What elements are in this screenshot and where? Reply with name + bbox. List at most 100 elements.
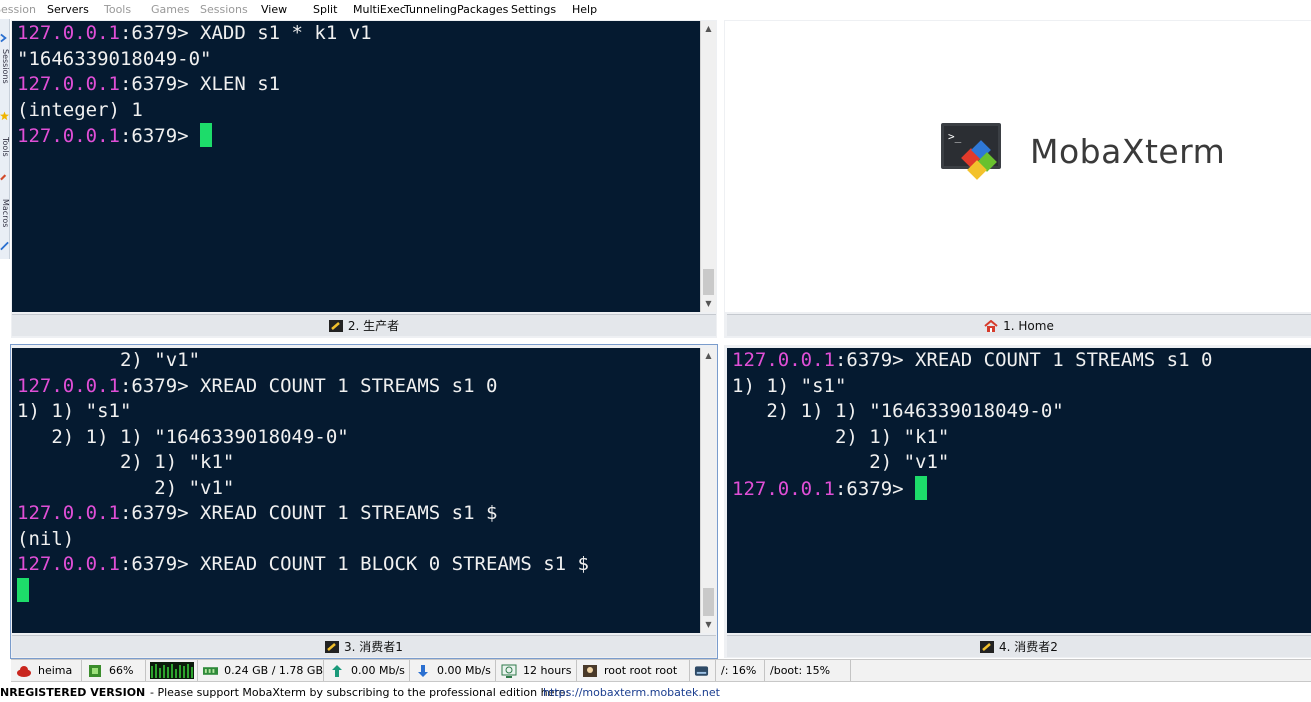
upload-arrow-icon	[332, 664, 342, 677]
menu-multiexec[interactable]: MultiExec	[353, 3, 406, 16]
sidetab-sessions[interactable]: Sessions	[0, 49, 9, 84]
status-upload-value: 0.00 Mb/s	[351, 664, 405, 677]
terminal-line: 127.0.0.1:6379> XREAD COUNT 1 STREAMS s1…	[732, 348, 1311, 374]
terminal-cursor	[17, 577, 29, 602]
terminal-line: 1) 1) "s1"	[732, 374, 1311, 400]
wrench-icon	[0, 174, 7, 181]
prompt-command: :6379> XREAD COUNT 1 BLOCK 0 STREAMS s1 …	[119, 553, 589, 575]
menu-session[interactable]: Session	[0, 3, 36, 16]
terminal-tab-icon	[325, 640, 340, 653]
output-text: 2) 1) 1) "1646339018049-0"	[732, 400, 1064, 422]
menu-packages[interactable]: Packages	[457, 3, 508, 16]
scrollbar-consumer1[interactable]: ▲ ▼	[700, 348, 716, 633]
pane-consumer1: 2) "v1" 127.0.0.1:6379> XREAD COUNT 1 STR…	[10, 344, 718, 659]
tab-home[interactable]: 1. Home	[727, 314, 1311, 336]
output-text: 2) "v1"	[17, 349, 201, 371]
prompt-host: 127.0.0.1	[732, 349, 835, 371]
menu-tunneling[interactable]: Tunneling	[404, 3, 457, 16]
status-user[interactable]: heima	[11, 660, 82, 681]
terminal-consumer1[interactable]: 2) "v1" 127.0.0.1:6379> XREAD COUNT 1 STR…	[12, 348, 700, 633]
menu-sessions[interactable]: Sessions	[200, 3, 248, 16]
terminal-line: 1) 1) "s1"	[17, 399, 700, 425]
output-text: 1) 1) "s1"	[732, 374, 847, 397]
status-users-value: root root root	[604, 664, 678, 677]
prompt-host: 127.0.0.1	[17, 553, 120, 575]
terminal-tab-icon	[980, 640, 995, 653]
status-upload[interactable]: 0.00 Mb/s	[324, 660, 410, 681]
menu-settings[interactable]: Settings	[511, 3, 556, 16]
sidetab-tools[interactable]: Tools	[0, 137, 9, 157]
scroll-down-icon[interactable]: ▼	[701, 617, 716, 633]
status-cpu[interactable]: 66%	[82, 660, 146, 681]
menu-games[interactable]: Games	[151, 3, 189, 16]
terminal-line: 127.0.0.1:6379> XREAD COUNT 1 STREAMS s1…	[17, 501, 700, 527]
tab-producer[interactable]: 2. 生产者	[12, 314, 716, 336]
prompt-command: :6379> XREAD COUNT 1 STREAMS s1 0	[834, 349, 1213, 371]
status-disk-boot[interactable]: /boot: 15%	[765, 660, 851, 681]
output-text: 2) 1) "k1"	[732, 425, 950, 448]
scrollbar-producer[interactable]: ▲ ▼	[700, 21, 716, 312]
menu-servers[interactable]: Servers	[47, 3, 89, 16]
scroll-thumb[interactable]	[703, 588, 714, 616]
terminal-line: 127.0.0.1:6379> XLEN s1	[17, 72, 700, 98]
status-disk-root[interactable]: /: 16%	[716, 660, 765, 681]
menu-view[interactable]: View	[261, 3, 287, 16]
output-text: 1) 1) "s1"	[17, 400, 132, 422]
output-text: 2) 1) "k1"	[17, 451, 235, 473]
download-arrow-icon	[418, 664, 428, 677]
terminal-cursor	[200, 123, 213, 147]
terminal-line: 2) 1) 1) "1646339018049-0"	[732, 399, 1311, 425]
redhat-icon	[17, 665, 31, 677]
tab-consumer2-label: 4. 消费者2	[999, 640, 1058, 654]
output-text: "1646339018049-0"	[17, 47, 212, 70]
terminal-line: 127.0.0.1:6379> XREAD COUNT 1 STREAMS s1…	[17, 374, 700, 400]
menu-tools[interactable]: Tools	[104, 3, 131, 16]
terminal-line: (integer) 1	[17, 98, 700, 124]
home-panel: >_ MobaXterm	[725, 21, 1311, 312]
terminal-producer[interactable]: 127.0.0.1:6379> XADD s1 * k1 v1 "16463390…	[12, 21, 700, 312]
status-bar: heima 66% 0.24 GB / 1.78 GB 0.00 Mb/s 0.…	[11, 659, 1311, 682]
terminal-line: 2) "v1"	[732, 450, 1311, 476]
terminal-consumer2[interactable]: 127.0.0.1:6379> XREAD COUNT 1 STREAMS s1…	[727, 348, 1311, 633]
prompt-host: 127.0.0.1	[17, 125, 120, 147]
tab-consumer1-label: 3. 消费者1	[344, 640, 403, 654]
status-uptime[interactable]: 12 hours	[496, 660, 577, 681]
output-text: 2) "v1"	[17, 476, 235, 499]
macro-arrow-icon	[0, 241, 9, 251]
memory-icon	[203, 666, 219, 675]
prompt-command: :6379>	[119, 125, 201, 147]
tab-consumer1[interactable]: 3. 消费者1	[12, 635, 716, 657]
prompt-host: 127.0.0.1	[17, 73, 120, 95]
menu-split[interactable]: Split	[313, 3, 337, 16]
cpu-icon	[89, 664, 101, 677]
prompt-command: :6379> XREAD COUNT 1 STREAMS s1 $	[119, 502, 498, 524]
status-memory-value: 0.24 GB / 1.78 GB	[224, 664, 323, 677]
scroll-thumb[interactable]	[703, 269, 714, 295]
mobaxterm-link[interactable]: https://mobaxterm.mobatek.net	[543, 686, 720, 699]
menu-help[interactable]: Help	[572, 3, 597, 16]
scroll-up-icon[interactable]: ▲	[701, 348, 716, 364]
pane-consumer2: 127.0.0.1:6379> XREAD COUNT 1 STREAMS s1…	[724, 345, 1311, 658]
scroll-down-icon[interactable]: ▼	[701, 296, 716, 312]
tab-consumer2[interactable]: 4. 消费者2	[727, 635, 1311, 657]
pane-producer: 127.0.0.1:6379> XADD s1 * k1 v1 "16463390…	[11, 20, 717, 338]
status-cpu-value: 66%	[109, 664, 134, 677]
terminal-line: 2) 1) 1) "1646339018049-0"	[17, 425, 700, 451]
menu-bar: Session Servers Tools Games Sessions Vie…	[0, 0, 1311, 19]
sidetab-macros[interactable]: Macros	[0, 199, 9, 227]
mobaxterm-logo-icon: >_	[941, 123, 1001, 180]
output-text: (nil)	[17, 527, 75, 550]
scroll-up-icon[interactable]: ▲	[701, 21, 716, 37]
terminal-line: 127.0.0.1:6379>	[732, 475, 1311, 502]
status-disk-icon[interactable]	[690, 660, 716, 681]
unregistered-version-label: NREGISTERED VERSION	[0, 686, 146, 699]
status-users[interactable]: root root root	[577, 660, 690, 681]
status-download[interactable]: 0.00 Mb/s	[410, 660, 496, 681]
monitor-clock-icon	[501, 664, 517, 678]
status-memory[interactable]: 0.24 GB / 1.78 GB	[198, 660, 324, 681]
prompt-host: 127.0.0.1	[17, 22, 120, 44]
pane-home: >_ MobaXterm 1. Home	[724, 20, 1311, 338]
prompt-command: :6379> XADD s1 * k1 v1	[119, 22, 372, 44]
prompt-host: 127.0.0.1	[17, 502, 120, 524]
users-icon	[583, 664, 597, 677]
